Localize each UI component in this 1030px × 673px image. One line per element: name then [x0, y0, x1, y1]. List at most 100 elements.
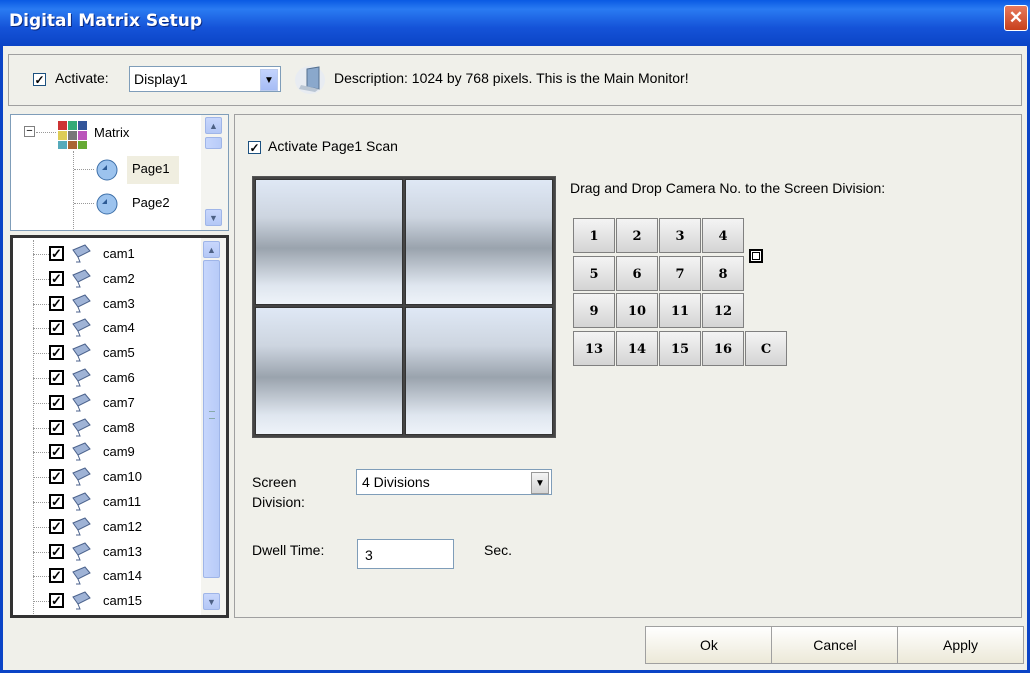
chevron-down-icon[interactable]: ▼ [531, 472, 549, 494]
camera-number-2[interactable]: 2 [616, 218, 658, 253]
camera-list-item[interactable]: ✓ cam6 [13, 366, 201, 390]
camera-number-11[interactable]: 11 [659, 293, 701, 329]
camera-checkbox[interactable]: ✓ [49, 246, 64, 261]
camera-list-item[interactable]: ✓ cam13 [13, 540, 201, 564]
camera-list-item[interactable]: ✓ cam10 [13, 465, 201, 489]
screen-cell[interactable] [255, 179, 403, 305]
dwell-time-label: Dwell Time: [252, 542, 325, 558]
scroll-up-icon[interactable]: ▲ [203, 241, 220, 258]
camera-checkbox[interactable]: ✓ [49, 394, 64, 410]
camera-checkbox[interactable]: ✓ [49, 469, 64, 485]
collapse-icon[interactable]: − [24, 126, 35, 137]
display-select[interactable]: Display1 ▼ [129, 66, 281, 92]
camera-items: ✓ cam1 ✓ cam2 ✓ cam3 ✓ cam4 ✓ cam5 ✓ cam6 ✓ cam7 ✓ cam8… [13, 242, 201, 616]
camera-number-8[interactable]: 8 [702, 255, 744, 291]
camera-list-item[interactable]: ✓ cam3 [13, 292, 201, 316]
scroll-up-icon[interactable]: ▲ [205, 117, 222, 134]
close-button[interactable]: ✕ [1004, 5, 1028, 31]
camera-checkbox[interactable]: ✓ [49, 370, 64, 385]
screen-division-preview[interactable] [252, 176, 556, 438]
tree-item-page2[interactable]: Page2 [132, 195, 170, 210]
scroll-thumb[interactable] [203, 260, 220, 578]
camera-list-item[interactable]: ✓ cam7 [13, 391, 201, 415]
apply-button[interactable]: Apply [897, 626, 1024, 664]
camera-icon [71, 515, 93, 537]
camera-checkbox[interactable]: ✓ [49, 295, 64, 311]
screen-cell[interactable] [255, 307, 403, 435]
scroll-down-icon[interactable]: ▼ [205, 209, 222, 226]
camera-number-1[interactable]: 1 [573, 218, 615, 253]
camera-list-item[interactable]: ✓ cam2 [13, 267, 201, 291]
ok-button[interactable]: Ok [645, 626, 773, 664]
scroll-thumb[interactable] [205, 137, 222, 149]
screen-division-label: Screen Division: [252, 474, 305, 510]
camera-list-item[interactable]: ✓ cam1 [13, 242, 201, 266]
activate-label: Activate: [55, 70, 109, 86]
camera-checkbox[interactable]: ✓ [49, 593, 64, 609]
camera-number-15[interactable]: 15 [659, 331, 701, 367]
camera-label: cam6 [103, 370, 135, 385]
camera-icon [71, 589, 93, 611]
page-icon [93, 158, 123, 182]
camera-checkbox[interactable]: ✓ [49, 518, 64, 534]
camera-checkbox[interactable]: ✓ [49, 543, 64, 559]
camera-label: cam11 [103, 494, 142, 509]
camera-list-item[interactable]: ✓ cam14 [13, 564, 201, 588]
camera-list-item[interactable]: ✓ cam15 [13, 589, 201, 613]
camera-number-grid: 1 2 3 4 5 6 7 8 9 10 11 12 13 14 15 16 [573, 218, 749, 370]
display-select-value: Display1 [134, 71, 188, 87]
camera-list-item[interactable]: ✓ cam9 [13, 440, 201, 464]
camera-icon [71, 540, 93, 562]
tree-item-page1[interactable]: Page1 [127, 156, 179, 184]
cancel-button[interactable]: Cancel [771, 626, 899, 664]
fullscreen-icon[interactable] [749, 249, 763, 263]
camera-list-item[interactable]: ✓ cam5 [13, 341, 201, 365]
camera-number-13[interactable]: 13 [573, 331, 615, 367]
camera-number-7[interactable]: 7 [659, 255, 701, 291]
camera-number-3[interactable]: 3 [659, 218, 701, 253]
camera-number-16[interactable]: 16 [702, 331, 744, 367]
camera-number-9[interactable]: 9 [573, 293, 615, 329]
camera-number-12[interactable]: 12 [702, 293, 744, 329]
camera-list-item[interactable]: ✓ cam11 [13, 490, 201, 514]
screen-cell[interactable] [405, 179, 553, 305]
chevron-down-icon[interactable]: ▼ [260, 69, 278, 91]
camera-number-14[interactable]: 14 [616, 331, 658, 367]
camera-label: cam14 [103, 568, 143, 584]
camera-label: cam9 [103, 444, 135, 460]
camera-number-4[interactable]: 4 [702, 218, 744, 253]
camera-checkbox[interactable]: ✓ [49, 568, 64, 584]
clear-button[interactable]: C [745, 331, 787, 366]
camera-number-5[interactable]: 5 [573, 255, 615, 291]
camera-number-10[interactable]: 10 [616, 293, 658, 329]
camera-list-item[interactable]: ✓ cam8 [13, 416, 201, 440]
camera-checkbox[interactable]: ✓ [49, 345, 64, 361]
camera-icon [71, 416, 93, 438]
camera-checkbox[interactable]: ✓ [49, 444, 64, 460]
camera-icon [71, 440, 93, 462]
camera-icon [71, 391, 93, 413]
camera-list-item[interactable]: ✓ cam4 [13, 316, 201, 340]
camera-icon [71, 267, 93, 289]
camera-checkbox[interactable]: ✓ [49, 419, 64, 435]
camera-list-item[interactable]: ✓ cam12 [13, 515, 201, 539]
camera-icon [71, 564, 93, 586]
camera-number-6[interactable]: 6 [616, 255, 658, 291]
camera-icon [71, 316, 93, 338]
activate-scan-label: Activate Page1 Scan [268, 138, 398, 154]
activate-scan-checkbox[interactable]: ✓ [248, 141, 261, 154]
activate-checkbox[interactable]: ✓ [33, 73, 46, 86]
camera-icon [71, 366, 93, 388]
camera-list-scrollbar[interactable]: ▲ ▼ [201, 238, 226, 615]
camera-icon [71, 292, 93, 314]
screen-division-value: 4 Divisions [362, 474, 430, 490]
screen-cell[interactable] [405, 307, 553, 435]
tree-root-label[interactable]: Matrix [94, 125, 129, 140]
camera-checkbox[interactable]: ✓ [49, 270, 64, 286]
screen-division-select[interactable]: 4 Divisions ▼ [356, 469, 552, 495]
scroll-down-icon[interactable]: ▼ [203, 593, 220, 610]
page-tree-scrollbar[interactable]: ▲ ▼ [201, 115, 228, 230]
camera-checkbox[interactable]: ✓ [49, 320, 64, 336]
dwell-time-input[interactable]: 3 [357, 539, 454, 569]
camera-checkbox[interactable]: ✓ [49, 494, 64, 509]
